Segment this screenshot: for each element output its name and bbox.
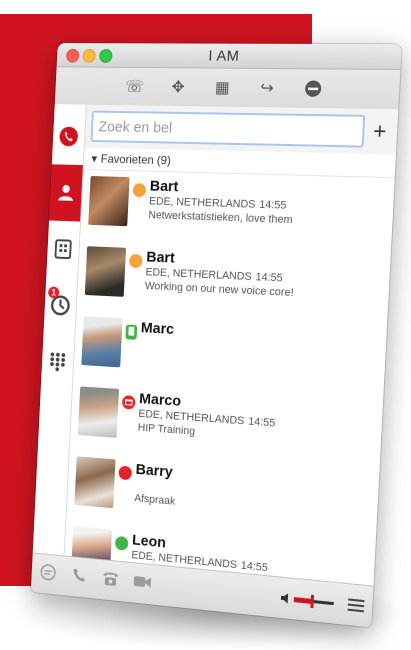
status-away-icon [132,183,146,197]
title-bar: I AM [57,43,402,70]
status-away-icon [129,254,143,268]
status-meeting-icon [122,395,136,410]
call-options-button[interactable]: ☏ [123,75,147,99]
status-available-icon [115,536,129,551]
content-pane: Zoek en bel + ▾ Favorieten (9) Bart EDE,… [64,105,398,587]
avatar [88,176,129,226]
person-icon [56,183,75,203]
desk-phone-icon [102,569,120,588]
speaker-icon [280,592,291,605]
sidebar-item-dialpad[interactable] [41,333,75,391]
video-button[interactable] [132,574,152,595]
volume-slider-handle[interactable] [310,594,314,607]
building-icon [53,238,72,260]
add-building-button[interactable]: ▦ [210,76,234,100]
search-row: Zoek en bel + [85,105,399,155]
forward-call-button[interactable]: ↪ [255,76,280,100]
add-button[interactable]: + [368,118,392,145]
app-window: I AM ☏ ✥ ▦ ↪ 1 Zoek en bel + ▾ Favoriete… [31,43,402,627]
avatar [85,246,126,297]
chat-icon [40,562,57,581]
volume-fill [294,597,312,604]
toolbar: ☏ ✥ ▦ ↪ [55,67,401,110]
search-placeholder: Zoek en bel [98,118,172,136]
dialpad-icon [49,351,66,371]
minus-circle-icon [303,79,322,97]
chat-button[interactable] [38,562,57,586]
menu-line [348,598,364,602]
menu-line [348,604,364,608]
collapse-arrow-icon: ▾ [91,152,97,166]
video-icon [133,574,152,590]
sidebar-item-phone[interactable] [52,108,86,165]
transfer-button[interactable]: ✥ [166,75,190,99]
move-arrows-icon: ✥ [171,77,185,97]
phone-settings-icon: ☏ [125,77,145,97]
menu-button[interactable] [348,598,365,612]
volume-control[interactable] [280,592,334,610]
window-title: I AM [57,47,402,66]
volume-slider[interactable] [294,598,334,605]
status-mobile-icon [125,325,137,340]
sidebar-item-contacts[interactable] [49,164,83,221]
contact-time [138,479,139,491]
do-not-disturb-button[interactable] [300,76,325,101]
building-add-icon: ▦ [214,78,230,98]
contact-time: 14:55 [248,416,276,430]
phone-icon [71,566,86,583]
call-button[interactable] [69,566,88,588]
avatar [78,386,119,437]
group-label: Favorieten (9) [100,152,171,167]
sidebar-item-history[interactable]: 1 [44,277,78,335]
main-area: 1 Zoek en bel + ▾ Favorieten (9) Bart ED… [33,104,399,586]
desk-phone-button[interactable] [101,568,121,592]
contact-location [140,337,141,349]
contact-row[interactable]: Bart EDE, NETHERLANDS 14:55 Netwerkstatis… [80,170,395,252]
contact-time: 14:55 [255,271,283,284]
avatar [74,456,115,508]
avatar [81,316,122,367]
phone-icon [58,126,79,148]
status-busy-icon [118,466,132,481]
phone-forward-icon: ↪ [260,78,274,98]
contact-time [144,337,145,349]
menu-line [348,609,364,613]
contact-location [135,479,136,491]
search-input[interactable]: Zoek en bel [90,111,365,148]
contact-list: Bart EDE, NETHERLANDS 14:55 Netwerkstatis… [64,170,394,587]
sidebar-item-company[interactable] [46,220,80,278]
contact-time: 14:55 [259,199,287,212]
